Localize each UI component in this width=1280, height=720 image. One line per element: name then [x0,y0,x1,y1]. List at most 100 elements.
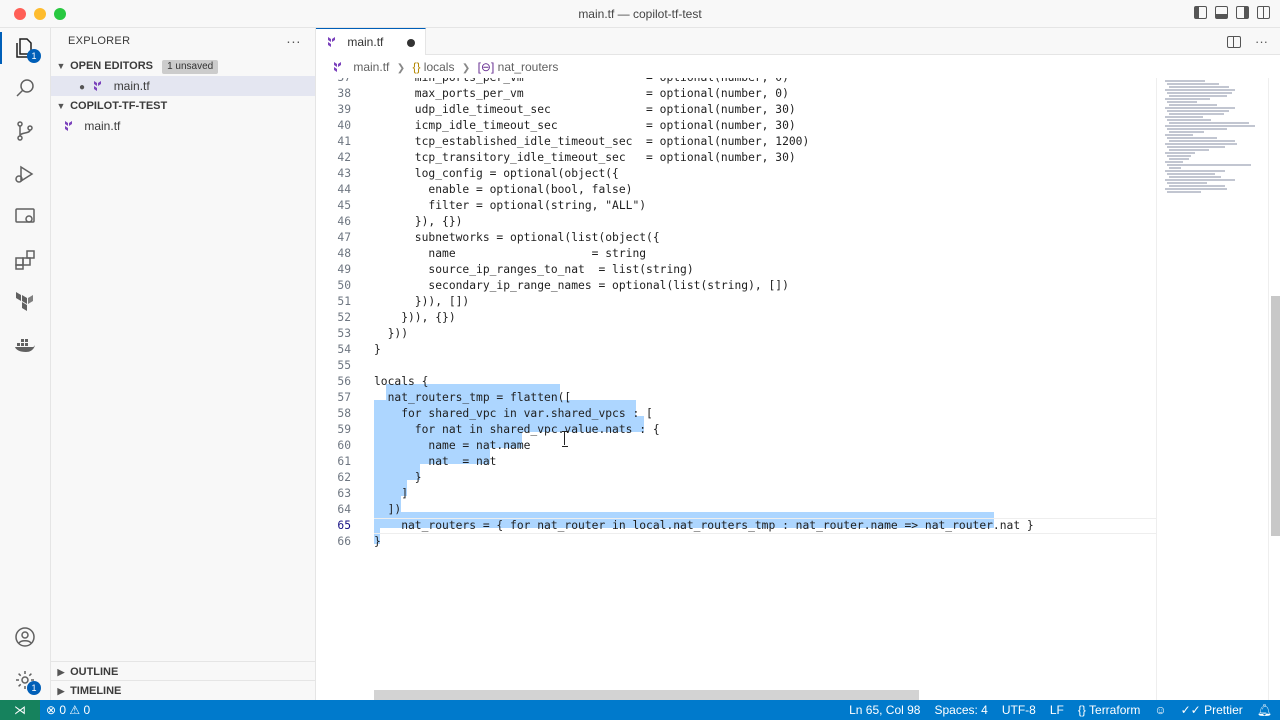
close-editor-icon[interactable]: ● [79,78,89,98]
code-line[interactable]: 61 nat = nat [316,454,1156,470]
code-editor[interactable]: 37 min_ports_per_vm = optional(number, 0… [316,78,1156,700]
breadcrumb-file[interactable]: main.tf [353,56,389,78]
breadcrumb: main.tf ❯ {} locals ❯ [⊖] nat_routers [316,56,1280,78]
toggle-secondary-sidebar-icon[interactable] [1236,6,1249,19]
customize-layout-icon[interactable] [1257,6,1270,19]
terraform-icon[interactable] [13,290,37,314]
cursor-position[interactable]: Ln 65, Col 98 [849,700,920,720]
code-line[interactable]: 56 locals { [316,374,1156,390]
code-text: icmp_idle_timeout_sec = optional(number,… [374,119,796,132]
extensions-icon[interactable] [13,248,37,272]
remote-indicator-icon[interactable]: ⋊ [0,700,40,720]
minimap-line [1167,173,1215,175]
code-text: } [374,343,381,356]
vertical-scrollbar[interactable] [1268,78,1280,700]
scrollbar-thumb[interactable] [1271,296,1280,536]
code-text: udp_idle_timeout_sec = optional(number, … [374,103,796,116]
code-line[interactable]: 54} [316,342,1156,358]
code-line[interactable]: 55 [316,358,1156,374]
docker-icon[interactable] [13,333,37,357]
minimap-line [1169,113,1224,115]
end-of-line[interactable]: LF [1050,700,1064,720]
code-line[interactable]: 39 udp_idle_timeout_sec = optional(numbe… [316,102,1156,118]
split-editor-icon[interactable] [1227,36,1241,48]
code-line[interactable]: 53 })) [316,326,1156,342]
open-editors-section[interactable]: ▼ OPEN EDITORS 1 unsaved [51,56,315,76]
code-line[interactable]: 60 name = nat.name [316,438,1156,454]
prettier-status[interactable]: ✓✓ Prettier [1181,700,1243,720]
timeline-section[interactable]: ▶ TIMELINE [51,680,315,701]
code-line[interactable]: 46 }), {}) [316,214,1156,230]
line-number: 45 [337,199,351,212]
code-text: tcp_established_idle_timeout_sec = optio… [374,135,810,148]
language-mode[interactable]: {} Terraform [1078,700,1140,720]
code-line[interactable]: 50 secondary_ip_range_names = optional(l… [316,278,1156,294]
code-line[interactable]: 40 icmp_idle_timeout_sec = optional(numb… [316,118,1156,134]
accounts-icon[interactable] [13,625,37,649]
code-line[interactable]: 49 source_ip_ranges_to_nat = list(string… [316,262,1156,278]
minimap-line [1165,179,1235,181]
code-line[interactable]: 45 filter = optional(string, "ALL") [316,198,1156,214]
toggle-panel-icon[interactable] [1215,6,1228,19]
code-line[interactable]: 59 for nat in shared_vpc.value.nats : { [316,422,1156,438]
project-section[interactable]: ▼ COPILOT-TF-TEST [51,96,315,116]
code-line[interactable]: 41 tcp_established_idle_timeout_sec = op… [316,134,1156,150]
minimap-line [1169,158,1189,160]
explorer-icon[interactable]: 1 [13,36,41,63]
file-item-main-tf[interactable]: main.tf [51,116,315,136]
variable-icon: [⊖] [477,60,495,74]
code-line[interactable]: 42 tcp_transitory_idle_timeout_sec = opt… [316,150,1156,166]
unsaved-dot-icon[interactable] [407,39,415,47]
problems-indicator[interactable]: ⊗ 0 ⚠ 0 [46,700,90,720]
line-number: 58 [337,407,351,420]
remote-explorer-icon[interactable] [13,205,37,229]
encoding[interactable]: UTF-8 [1002,700,1036,720]
code-line[interactable]: 51 })), []) [316,294,1156,310]
file-label: main.tf [113,79,150,93]
window-title: main.tf — copilot-tf-test [578,7,702,21]
open-editor-item-main-tf[interactable]: ● main.tf [51,76,315,96]
code-line[interactable]: 47 subnetworks = optional(list(object({ [316,230,1156,246]
notifications-bell-icon[interactable]: 🔔︎ [1257,700,1272,720]
check-double-icon: ✓✓ [1180,703,1201,717]
code-line[interactable]: 65 nat_routers = { for nat_router in loc… [316,518,1156,534]
minimap[interactable] [1156,78,1268,700]
code-line[interactable]: 57 nat_routers_tmp = flatten([ [316,390,1156,406]
code-line[interactable]: 52 })), {}) [316,310,1156,326]
code-line[interactable]: 63 ] [316,486,1156,502]
code-line[interactable]: 37 min_ports_per_vm = optional(number, 0… [316,78,1156,86]
file-label: main.tf [84,119,121,133]
code-line[interactable]: 62 } [316,470,1156,486]
code-text: locals { [374,375,429,388]
explorer-sidebar: EXPLORER ··· ▼ OPEN EDITORS 1 unsaved ● … [51,28,316,700]
horizontal-scrollbar[interactable] [374,690,919,700]
more-actions-icon[interactable]: ··· [1255,34,1268,49]
code-line[interactable]: 66} [316,534,1156,550]
code-line[interactable]: 58 for shared_vpc in var.shared_vpcs : [ [316,406,1156,422]
line-number: 46 [337,215,351,228]
code-line[interactable]: 44 enable = optional(bool, false) [316,182,1156,198]
manage-gear-icon[interactable]: 1 [13,668,41,695]
code-line[interactable]: 48 name = string [316,246,1156,262]
indentation[interactable]: Spaces: 4 [934,700,987,720]
code-line[interactable]: 43 log_config = optional(object({ [316,166,1156,182]
timeline-label: TIMELINE [70,685,122,697]
line-number: 66 [337,535,351,548]
tab-main-tf[interactable]: main.tf [316,28,426,55]
title-bar: main.tf — copilot-tf-test [0,0,1280,28]
code-line[interactable]: 64 ]) [316,502,1156,518]
breadcrumb-locals[interactable]: {} locals [412,56,454,78]
outline-section[interactable]: ▶ OUTLINE [51,661,315,682]
toggle-primary-sidebar-icon[interactable] [1194,6,1207,19]
breadcrumb-symbol[interactable]: [⊖] nat_routers [478,56,559,78]
code-line[interactable]: 38 max_ports_per_vm = optional(number, 0… [316,86,1156,102]
search-icon[interactable] [13,76,37,100]
copilot-icon[interactable]: ☺ [1154,700,1166,720]
minimap-line [1165,161,1183,163]
run-and-debug-icon[interactable] [13,162,37,186]
minimap-line [1167,146,1225,148]
line-number: 51 [337,295,351,308]
line-number: 42 [337,151,351,164]
source-control-icon[interactable] [13,119,37,143]
more-actions-icon[interactable]: ··· [286,28,301,54]
